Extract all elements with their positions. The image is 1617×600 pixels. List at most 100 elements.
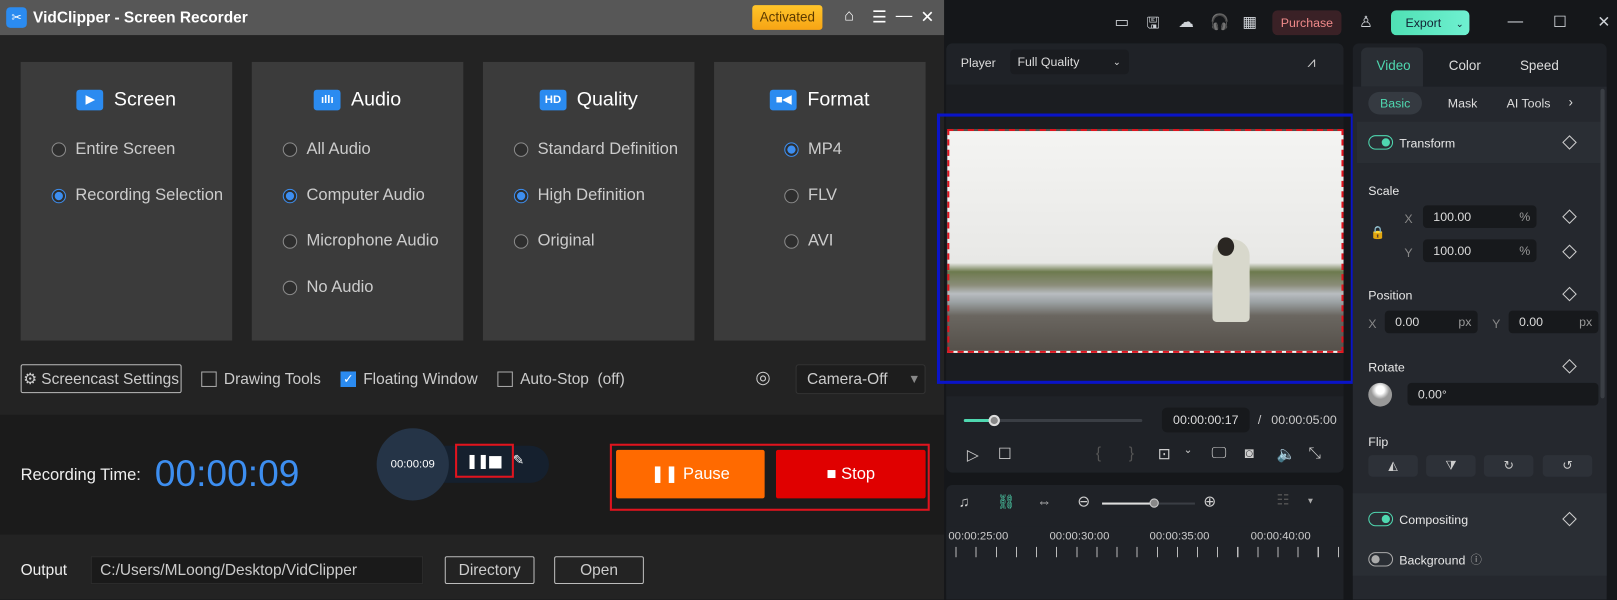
purchase-button[interactable]: Purchase (1272, 10, 1342, 36)
directory-button[interactable]: Directory (444, 556, 535, 585)
widget-pause-icon[interactable]: ❚❚ (466, 453, 488, 470)
properties-scrollbar[interactable] (1600, 88, 1605, 399)
player-label: Player (960, 55, 996, 71)
fullscreen-icon[interactable]: ⤡ (1308, 445, 1320, 463)
flip-horizontal-button[interactable]: ◭ (1368, 455, 1418, 477)
card-title: Audio (351, 88, 402, 111)
zoom-out-icon[interactable]: ⊖ (1077, 492, 1090, 511)
scale-label: Scale (1368, 183, 1400, 199)
webcam-icon: ◎ (755, 367, 771, 387)
close-icon[interactable]: ✕ (920, 7, 934, 28)
audio-wave-icon: ıllı (313, 89, 341, 111)
radio-avi[interactable]: AVI (784, 232, 833, 251)
snapshot-camera-icon[interactable]: ◙ (1244, 445, 1253, 463)
drawing-tools-checkbox[interactable]: Drawing Tools (201, 364, 321, 393)
radio-all-audio[interactable]: All Audio (282, 140, 371, 159)
chevron-down-icon: ⌄ (1455, 18, 1464, 29)
transform-toggle[interactable] (1368, 135, 1394, 150)
card-title: Screen (113, 88, 177, 111)
auto-stop-checkbox[interactable]: Auto-Stop (off) (497, 364, 625, 393)
scale-y-input[interactable]: 100.00% (1422, 239, 1537, 263)
radio-standard-definition[interactable]: Standard Definition (513, 140, 678, 159)
volume-icon[interactable]: 🔈 (1276, 445, 1295, 464)
home-icon[interactable]: ⌂ (844, 7, 854, 26)
minimize-icon[interactable]: — (1508, 12, 1523, 30)
chevron-right-icon[interactable]: › (1568, 94, 1572, 109)
radio-original[interactable]: Original (513, 232, 595, 251)
camera-select[interactable]: Camera-Off ▼ (795, 364, 926, 395)
scale-x-input[interactable]: 100.00% (1422, 205, 1537, 229)
tab-video[interactable]: Video (1377, 58, 1411, 73)
rotate-left-button[interactable]: ↺ (1542, 455, 1593, 477)
play-icon[interactable]: ▷ (967, 446, 979, 465)
tab-speed[interactable]: Speed (1520, 58, 1559, 73)
layout-icon[interactable]: ▭ (1114, 12, 1129, 31)
ruler-label: 00:00:35:00 (1149, 530, 1210, 543)
radio-entire-screen[interactable]: Entire Screen (51, 140, 175, 159)
vidclipper-logo-icon: ✂ (6, 7, 27, 28)
mark-in-icon[interactable]: { (1096, 445, 1101, 463)
dropdown-arrow-icon[interactable]: ▼ (1306, 496, 1314, 505)
open-button[interactable]: Open (554, 556, 644, 585)
floating-window-checkbox[interactable]: ✓ Floating Window (340, 364, 478, 393)
close-icon[interactable]: ✕ (1597, 12, 1610, 31)
screen-card: ▶ Screen Entire Screen Recording Selectio… (20, 61, 233, 341)
radio-mp4[interactable]: MP4 (784, 140, 842, 159)
insert-clip-icon[interactable]: ⊡ (1158, 445, 1171, 464)
pause-button[interactable]: ❚❚ Pause (616, 449, 765, 499)
chevron-down-icon[interactable]: ⌄ (1184, 445, 1193, 456)
radio-no-audio[interactable]: No Audio (282, 279, 373, 298)
background-toggle[interactable] (1368, 552, 1394, 567)
compositing-toggle[interactable] (1368, 511, 1394, 527)
widget-pen-icon[interactable]: ✎ (513, 452, 524, 469)
menu-icon[interactable]: ☰ (872, 7, 887, 28)
stop-button[interactable]: ■ Stop (775, 449, 926, 499)
widget-stop-icon[interactable] (489, 456, 502, 469)
quality-select[interactable]: Full Quality ⌄ (1010, 49, 1129, 75)
stop-icon[interactable]: ☐ (998, 445, 1012, 464)
audio-track-icon[interactable]: ♫ (959, 493, 970, 510)
minimize-icon[interactable]: — (896, 7, 913, 26)
timeline-zoom-slider[interactable] (1102, 498, 1195, 508)
radio-high-definition[interactable]: High Definition (513, 187, 645, 206)
playback-slider[interactable] (963, 414, 1143, 427)
apps-grid-icon[interactable]: ▦ (1242, 12, 1257, 31)
activated-badge[interactable]: Activated (752, 5, 823, 30)
help-icon[interactable]: ⓘ (1470, 551, 1481, 568)
magnet-snap-icon[interactable]: ⛓ (997, 493, 1015, 511)
save-icon[interactable]: 🖫 (1146, 12, 1159, 38)
rotate-right-button[interactable]: ↻ (1483, 455, 1534, 477)
export-button[interactable]: Export ⌄ (1391, 10, 1470, 36)
zoom-in-icon[interactable]: ⊕ (1203, 492, 1216, 511)
subtab-mask[interactable]: Mask (1448, 96, 1478, 110)
mark-out-icon[interactable]: } (1129, 445, 1134, 463)
chevron-down-icon: ⌄ (1112, 56, 1121, 68)
display-icon[interactable]: 🖵 (1211, 445, 1226, 463)
radio-microphone-audio[interactable]: Microphone Audio (282, 232, 439, 251)
track-height-icon[interactable]: ☷ (1276, 491, 1289, 509)
waveform-monitor-icon[interactable]: ⩘ (1307, 54, 1315, 72)
maximize-icon[interactable]: ☐ (1553, 12, 1567, 31)
screencast-settings-button[interactable]: ⚙ Screencast Settings (20, 364, 182, 394)
flip-vertical-button[interactable]: ⧩ (1426, 455, 1476, 477)
card-title: Format (807, 88, 870, 111)
headset-icon[interactable]: 🎧 (1210, 12, 1229, 31)
subtab-basic[interactable]: Basic (1368, 91, 1422, 115)
cloud-upload-icon[interactable]: ☁ (1178, 12, 1193, 31)
user-icon[interactable]: ♙ (1359, 12, 1373, 31)
lock-icon[interactable]: 🔒 (1370, 225, 1385, 239)
current-time[interactable]: 00:00:00:17 (1161, 407, 1250, 433)
radio-recording-selection[interactable]: Recording Selection (51, 187, 223, 206)
position-y-input[interactable]: 0.00 px (1508, 310, 1599, 334)
tab-color[interactable]: Color (1449, 58, 1481, 73)
stop-icon: ■ (826, 465, 842, 483)
radio-flv[interactable]: FLV (784, 187, 837, 206)
subtab-ai-tools[interactable]: AI Tools (1507, 96, 1551, 110)
output-path-input[interactable]: C:/Users/MLoong/Desktop/VidClipper (90, 556, 424, 585)
radio-computer-audio[interactable]: Computer Audio (282, 187, 425, 206)
timeline-ruler: 00:00:25:00 00:00:30:00 00:00:35:00 00:0… (946, 526, 1344, 600)
position-x-input[interactable]: 0.00 px (1384, 310, 1478, 334)
rotate-input[interactable]: 0.00° (1407, 382, 1599, 406)
fit-timeline-icon[interactable]: ⇔ (1037, 493, 1051, 510)
rotate-dial[interactable] (1368, 382, 1393, 407)
